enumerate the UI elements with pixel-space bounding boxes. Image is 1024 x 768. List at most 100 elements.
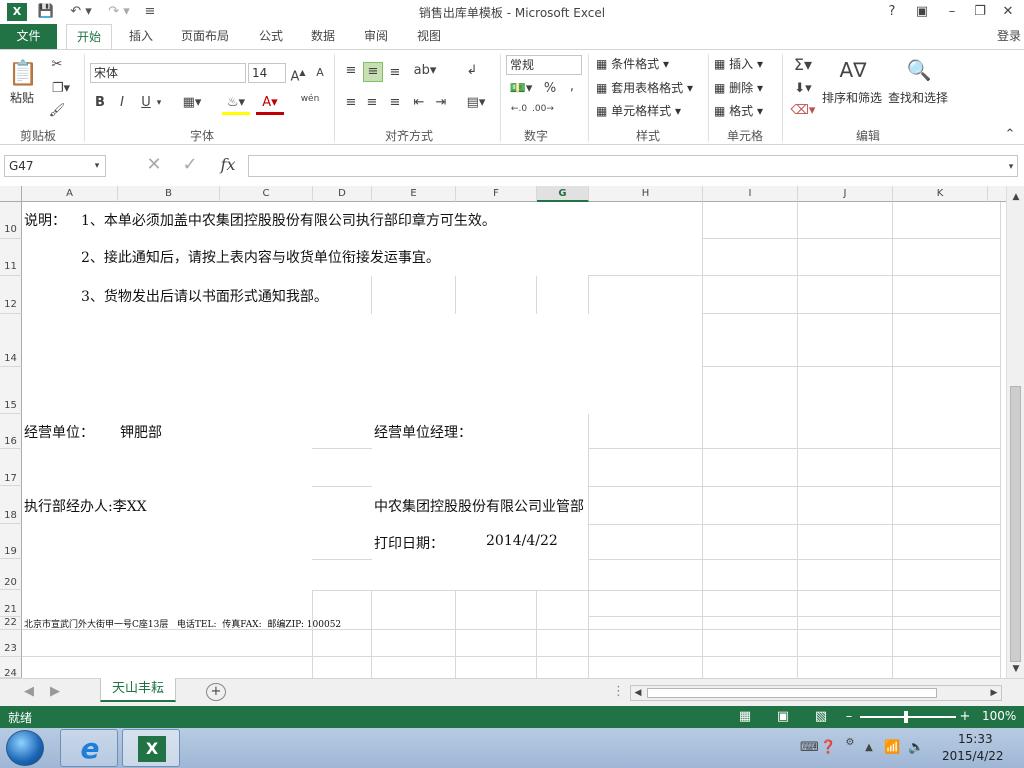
tab-review[interactable]: 审阅 (355, 24, 397, 49)
expand-formula-icon[interactable]: ▾ (1004, 158, 1018, 176)
row-header-10[interactable]: 10 (0, 202, 22, 239)
row-header-22[interactable]: 22 (0, 617, 22, 630)
fill-icon[interactable]: ⬇▾ (788, 80, 818, 98)
increase-indent-icon[interactable]: ⇥ (432, 94, 450, 112)
column-header-a[interactable]: A (22, 186, 118, 202)
next-sheet-icon[interactable]: ▶ (48, 683, 62, 701)
row-header-15[interactable]: 15 (0, 367, 22, 414)
sort-filter-icon[interactable]: A∇ (836, 56, 870, 84)
cell-styles-button[interactable]: ▦ 单元格样式 ▾ (596, 103, 706, 119)
row-header-21[interactable]: 21 (0, 590, 22, 617)
find-select-icon[interactable]: 🔍 (904, 56, 934, 84)
row-header-23[interactable]: 23 (0, 630, 22, 657)
shrink-font-icon[interactable]: A (312, 64, 328, 82)
ribbon-display-icon[interactable]: ▣ (910, 2, 934, 22)
grow-font-icon[interactable]: A▲ (290, 64, 306, 86)
tab-data[interactable]: 数据 (302, 24, 344, 49)
vertical-scrollbar[interactable]: ▲ ▼ (1006, 186, 1024, 678)
minimize-icon[interactable]: – (940, 2, 964, 22)
paste-icon[interactable]: 📋 (8, 58, 38, 88)
format-as-table-button[interactable]: ▦ 套用表格格式 ▾ (596, 80, 706, 96)
column-header-h[interactable]: H (589, 186, 703, 202)
conditional-format-button[interactable]: ▦ 条件格式 ▾ (596, 56, 706, 72)
select-all-corner[interactable] (0, 186, 22, 202)
worksheet-grid[interactable]: A B C D E F G H I J K 10 11 12 14 15 16 … (0, 186, 1008, 678)
clock-date[interactable]: 2015/4/22 (942, 749, 1004, 763)
clear-icon[interactable]: ⌫▾ (788, 102, 818, 120)
column-header-d[interactable]: D (313, 186, 372, 202)
bold-button[interactable]: B (92, 94, 108, 112)
tab-page-layout[interactable]: 页面布局 (172, 24, 238, 49)
enter-icon[interactable]: ✓ (180, 156, 200, 174)
row-header-16[interactable]: 16 (0, 414, 22, 449)
scroll-left-icon[interactable]: ◀ (631, 684, 645, 702)
decrease-decimal-icon[interactable]: .00→ (532, 100, 554, 118)
wrap-text-icon[interactable]: ↲ (462, 62, 482, 80)
column-header-c[interactable]: C (220, 186, 313, 202)
add-sheet-icon[interactable]: + (206, 683, 226, 701)
align-center-icon[interactable]: ≡ (363, 94, 381, 112)
merge-center-icon[interactable]: ▤▾ (462, 94, 490, 112)
restore-icon[interactable]: ❐ (968, 2, 992, 22)
font-color-icon[interactable]: A▾ (256, 94, 284, 115)
formula-input[interactable] (248, 155, 1018, 177)
tab-insert[interactable]: 插入 (120, 24, 162, 49)
language-tray-icon[interactable]: ⚙ (842, 734, 858, 752)
row-header-11[interactable]: 11 (0, 239, 22, 276)
tab-home[interactable]: 开始 (66, 24, 112, 50)
paste-button[interactable]: 粘贴 (10, 90, 40, 106)
underline-dropdown-icon[interactable]: ▾ (154, 94, 164, 112)
sort-filter-button[interactable]: 排序和筛选 (822, 90, 886, 106)
column-header-f[interactable]: F (456, 186, 537, 202)
show-hidden-icons-icon[interactable]: ▲ (862, 739, 876, 757)
align-right-icon[interactable]: ≡ (386, 94, 404, 112)
name-box-dropdown-icon[interactable]: ▾ (92, 157, 102, 175)
collapse-ribbon-icon[interactable]: ⌃ (1002, 126, 1018, 144)
column-header-e[interactable]: E (372, 186, 456, 202)
taskbar-excel-button[interactable]: X (122, 729, 180, 767)
network-tray-icon[interactable]: 📶 (884, 739, 900, 757)
increase-decimal-icon[interactable]: ←.0 (508, 100, 530, 118)
middle-align-icon[interactable]: ≡ (363, 62, 383, 82)
close-icon[interactable]: ✕ (996, 2, 1020, 22)
row-header-14[interactable]: 14 (0, 314, 22, 367)
tab-file[interactable]: 文件 (0, 24, 57, 49)
column-header-j[interactable]: J (798, 186, 893, 202)
insert-cells-button[interactable]: ▦ 插入 ▾ (714, 56, 780, 72)
start-button-icon[interactable] (6, 730, 44, 766)
column-header-b[interactable]: B (118, 186, 220, 202)
delete-cells-button[interactable]: ▦ 删除 ▾ (714, 80, 780, 96)
taskbar-ie-button[interactable]: e (60, 729, 118, 767)
decrease-indent-icon[interactable]: ⇤ (410, 94, 428, 112)
sheet-tab-active[interactable]: 天山丰耘 (100, 678, 176, 702)
row-header-24[interactable]: 24 (0, 657, 22, 678)
underline-button[interactable]: U (138, 94, 154, 112)
scroll-down-icon[interactable]: ▼ (1009, 660, 1023, 678)
italic-button[interactable]: I (114, 94, 130, 112)
top-align-icon[interactable]: ≡ (342, 62, 360, 80)
percent-button[interactable]: % (542, 80, 558, 98)
tab-formulas[interactable]: 公式 (250, 24, 292, 49)
orientation-icon[interactable]: ab▾ (412, 62, 438, 80)
page-layout-view-icon[interactable]: ▣ (774, 708, 792, 726)
splitter-handle-icon[interactable]: ⋮ (612, 683, 625, 701)
format-cells-button[interactable]: ▦ 格式 ▾ (714, 103, 780, 119)
cancel-icon[interactable]: ✕ (144, 156, 164, 174)
volume-tray-icon[interactable]: 🔈 (908, 739, 924, 757)
borders-icon[interactable]: ▦▾ (178, 94, 206, 112)
comma-button[interactable]: , (566, 78, 578, 96)
row-header-18[interactable]: 18 (0, 486, 22, 524)
row-header-20[interactable]: 20 (0, 559, 22, 590)
page-break-view-icon[interactable]: ▧ (812, 708, 830, 726)
row-header-17[interactable]: 17 (0, 449, 22, 486)
row-header-12[interactable]: 12 (0, 276, 22, 314)
name-box[interactable]: G47 (4, 155, 106, 177)
autosum-icon[interactable]: Σ▾ (788, 56, 818, 74)
help-button[interactable]: ? (880, 2, 904, 22)
font-size-select[interactable]: 14 (248, 63, 286, 83)
scroll-right-icon[interactable]: ▶ (987, 684, 1001, 702)
accounting-format-icon[interactable]: 💵▾ (508, 80, 534, 98)
align-left-icon[interactable]: ≡ (342, 94, 360, 112)
column-header-g[interactable]: G (537, 186, 589, 202)
column-header-k[interactable]: K (893, 186, 988, 202)
